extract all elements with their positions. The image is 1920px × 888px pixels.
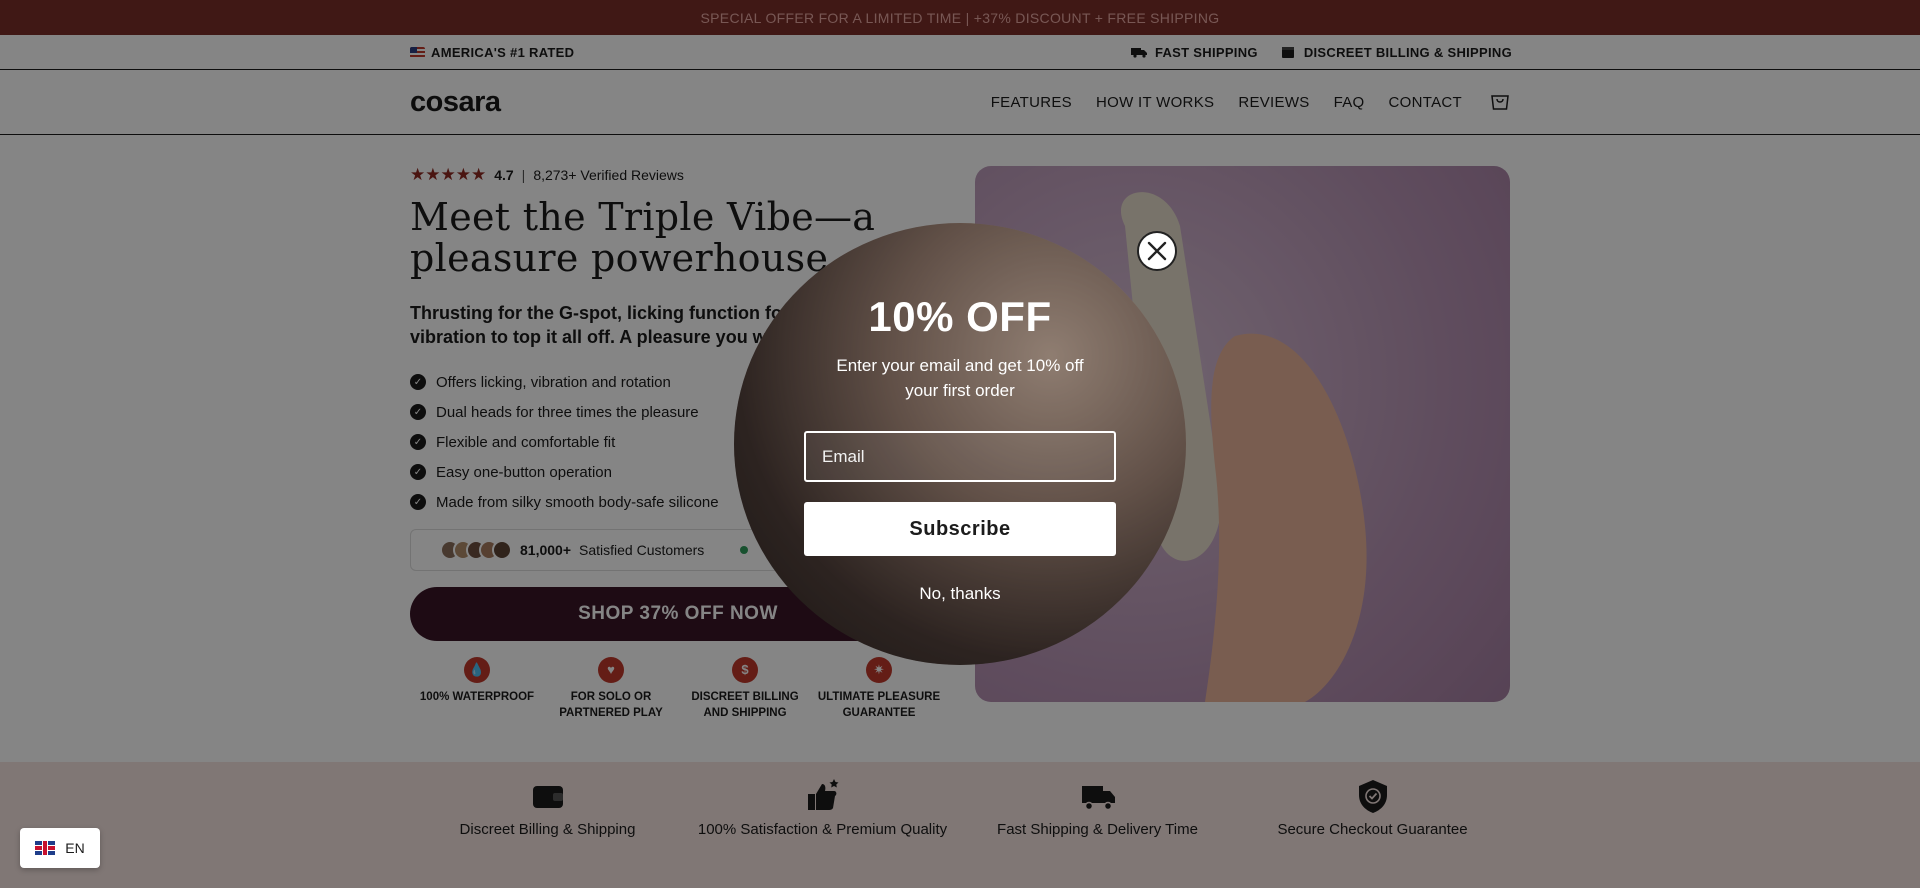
- popup-title: 10% OFF: [868, 293, 1052, 340]
- subscribe-button[interactable]: Subscribe: [804, 502, 1116, 556]
- language-selector[interactable]: EN: [20, 828, 100, 868]
- no-thanks-link[interactable]: No, thanks: [919, 584, 1000, 604]
- popup-text: Enter your email and get 10% off your fi…: [836, 356, 1084, 400]
- language-code: EN: [65, 840, 85, 856]
- close-icon: [1147, 241, 1167, 261]
- close-popup-button[interactable]: [1137, 231, 1177, 271]
- discount-popup: 10% OFF Enter your email and get 10% off…: [734, 223, 1186, 665]
- uk-flag-icon: [35, 841, 56, 855]
- email-field[interactable]: [804, 431, 1116, 482]
